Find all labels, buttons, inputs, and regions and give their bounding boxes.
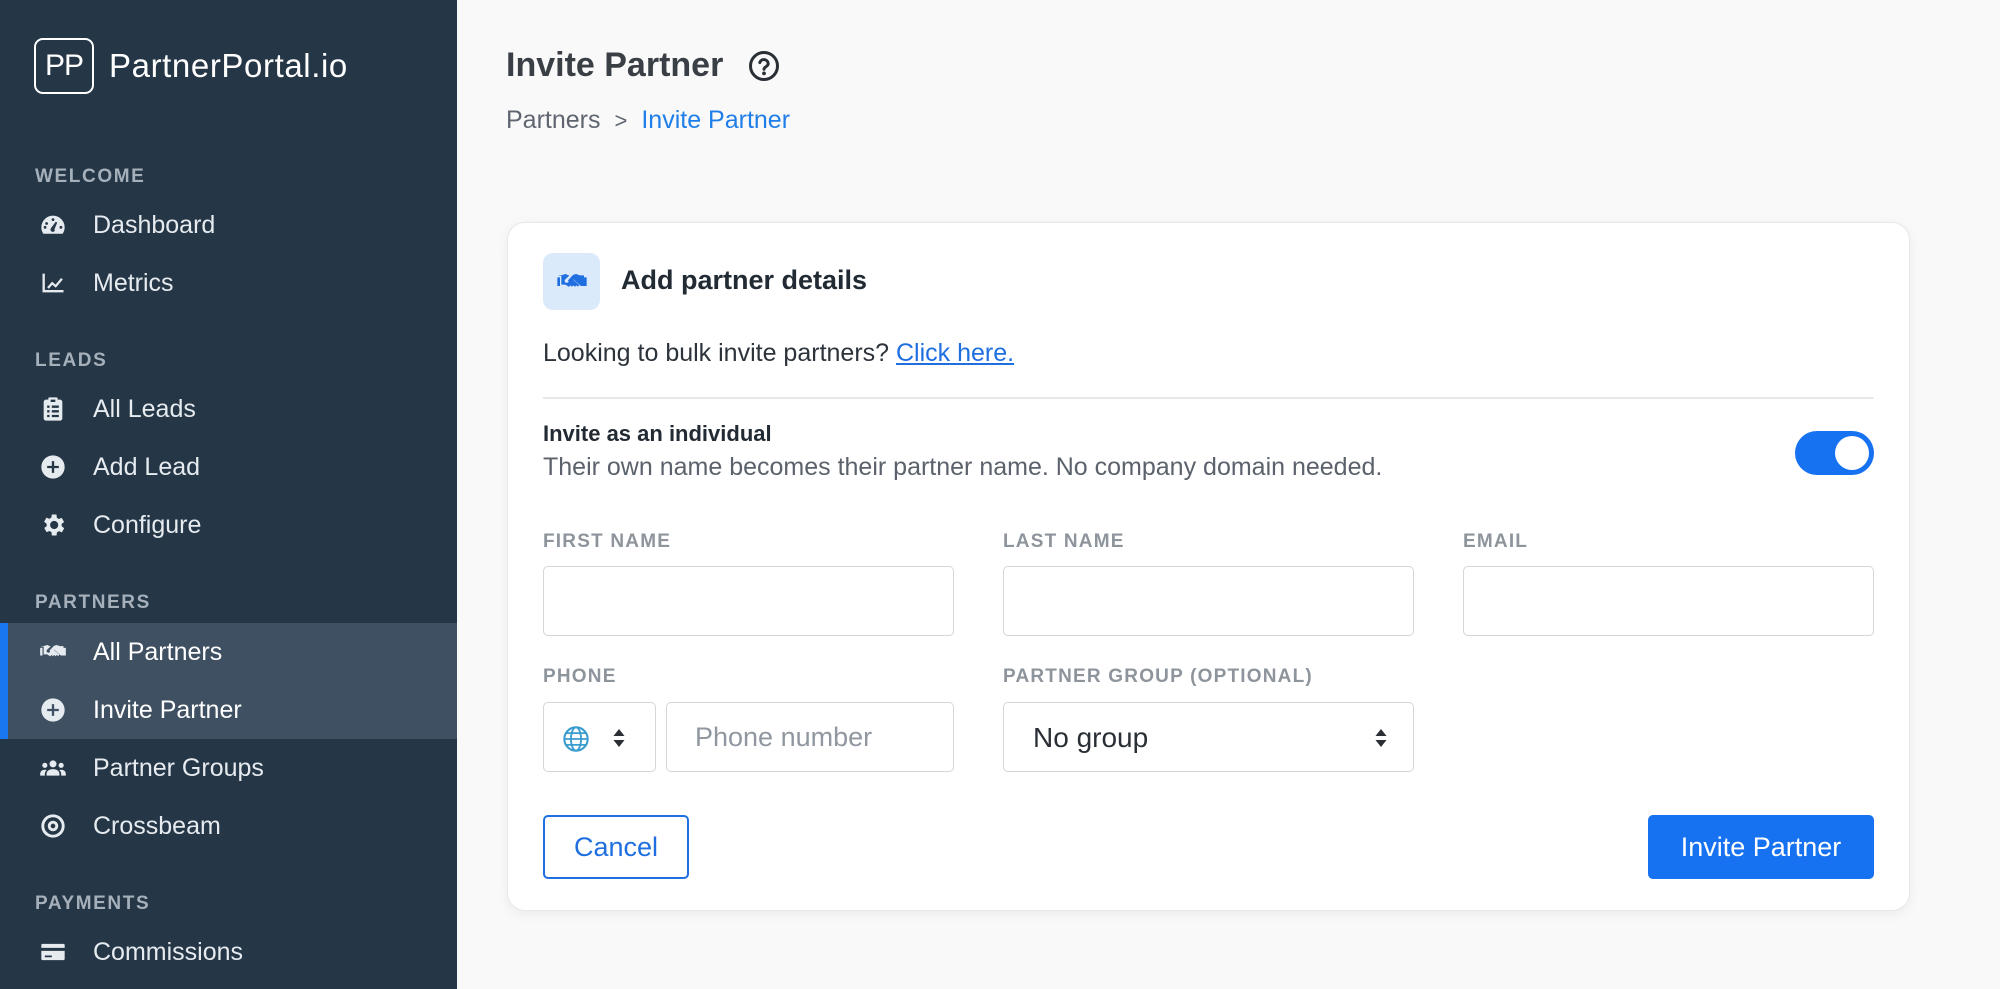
gear-icon <box>38 511 68 539</box>
plus-circle-icon <box>38 696 68 724</box>
sidebar-item-label: Metrics <box>93 268 174 297</box>
sidebar-item-label: Commissions <box>93 937 244 966</box>
email-label: EMAIL <box>1463 531 1529 552</box>
bulk-invite-link[interactable]: Click here. <box>896 339 1014 367</box>
sidebar-item-crossbeam[interactable]: Crossbeam <box>0 797 457 855</box>
bulk-invite-text: Looking to bulk invite partners? Click h… <box>543 339 1014 368</box>
clipboard-icon <box>38 395 68 423</box>
individual-toggle-description: Their own name becomes their partner nam… <box>543 453 1383 481</box>
section-partners: PARTNERS <box>35 592 151 613</box>
toggle-knob <box>1835 436 1869 470</box>
section-payments: PAYMENTS <box>35 893 151 914</box>
sidebar-item-label: All Leads <box>93 394 196 423</box>
breadcrumb-partners[interactable]: Partners <box>506 106 600 135</box>
breadcrumb-separator: > <box>614 107 628 133</box>
brand[interactable]: PP PartnerPortal.io <box>34 38 348 94</box>
chart-line-icon <box>38 269 68 297</box>
users-icon <box>38 754 68 782</box>
sidebar-item-configure[interactable]: Configure <box>0 496 457 554</box>
last-name-input[interactable] <box>1003 566 1414 636</box>
phone-number-input[interactable] <box>666 702 954 772</box>
sidebar-item-label: Dashboard <box>93 210 216 239</box>
bulk-invite-question: Looking to bulk invite partners? <box>543 339 890 367</box>
sidebar-item-commissions[interactable]: Commissions <box>0 923 457 981</box>
partner-group-label: PARTNER GROUP (OPTIONAL) <box>1003 666 1313 687</box>
plus-circle-icon <box>38 453 68 481</box>
page-title: Invite Partner <box>506 46 724 84</box>
globe-icon <box>563 726 589 752</box>
gauge-icon <box>38 211 68 239</box>
invite-partner-button[interactable]: Invite Partner <box>1648 815 1874 879</box>
country-code-select[interactable] <box>543 702 656 772</box>
brand-logo: PP <box>34 38 94 94</box>
sidebar-item-label: All Partners <box>93 637 223 666</box>
breadcrumb-current[interactable]: Invite Partner <box>641 106 790 135</box>
updown-chevron-icon <box>613 729 625 747</box>
sidebar-item-all-partners[interactable]: All Partners <box>0 623 457 681</box>
breadcrumb: Partners > Invite Partner <box>506 106 790 135</box>
section-welcome: WELCOME <box>35 166 146 187</box>
divider <box>543 397 1874 399</box>
sidebar-item-label: Invite Partner <box>93 695 242 724</box>
invite-individual-toggle[interactable] <box>1795 431 1874 475</box>
credit-card-icon <box>38 938 68 966</box>
sidebar-item-metrics[interactable]: Metrics <box>0 254 457 312</box>
individual-toggle-title: Invite as an individual <box>543 421 772 446</box>
first-name-input[interactable] <box>543 566 954 636</box>
invite-partner-card: Add partner details Looking to bulk invi… <box>507 222 1910 911</box>
handshake-icon <box>543 253 600 310</box>
sidebar-item-label: Partner Groups <box>93 753 264 782</box>
brand-name: PartnerPortal.io <box>109 47 348 84</box>
sidebar-item-dashboard[interactable]: Dashboard <box>0 196 457 254</box>
sidebar-item-label: Configure <box>93 510 202 539</box>
email-input[interactable] <box>1463 566 1874 636</box>
section-leads: LEADS <box>35 350 108 371</box>
sidebar: PP PartnerPortal.io WELCOME Dashboard Me… <box>0 0 457 989</box>
sidebar-item-partner-groups[interactable]: Partner Groups <box>0 739 457 797</box>
first-name-label: FIRST NAME <box>543 531 672 552</box>
last-name-label: LAST NAME <box>1003 531 1125 552</box>
sidebar-item-label: Crossbeam <box>93 811 221 840</box>
updown-chevron-icon <box>1375 729 1387 747</box>
phone-label: PHONE <box>543 666 617 687</box>
sidebar-item-add-lead[interactable]: Add Lead <box>0 438 457 496</box>
card-title: Add partner details <box>621 265 868 295</box>
partner-group-select[interactable]: No group <box>1003 702 1414 772</box>
help-icon[interactable] <box>748 50 780 82</box>
partner-group-value: No group <box>1033 722 1149 753</box>
cancel-button[interactable]: Cancel <box>543 815 689 879</box>
target-icon <box>38 812 68 840</box>
sidebar-item-all-leads[interactable]: All Leads <box>0 380 457 438</box>
sidebar-item-invite-partner[interactable]: Invite Partner <box>0 681 457 739</box>
sidebar-item-label: Add Lead <box>93 452 201 481</box>
handshake-icon <box>38 638 68 666</box>
